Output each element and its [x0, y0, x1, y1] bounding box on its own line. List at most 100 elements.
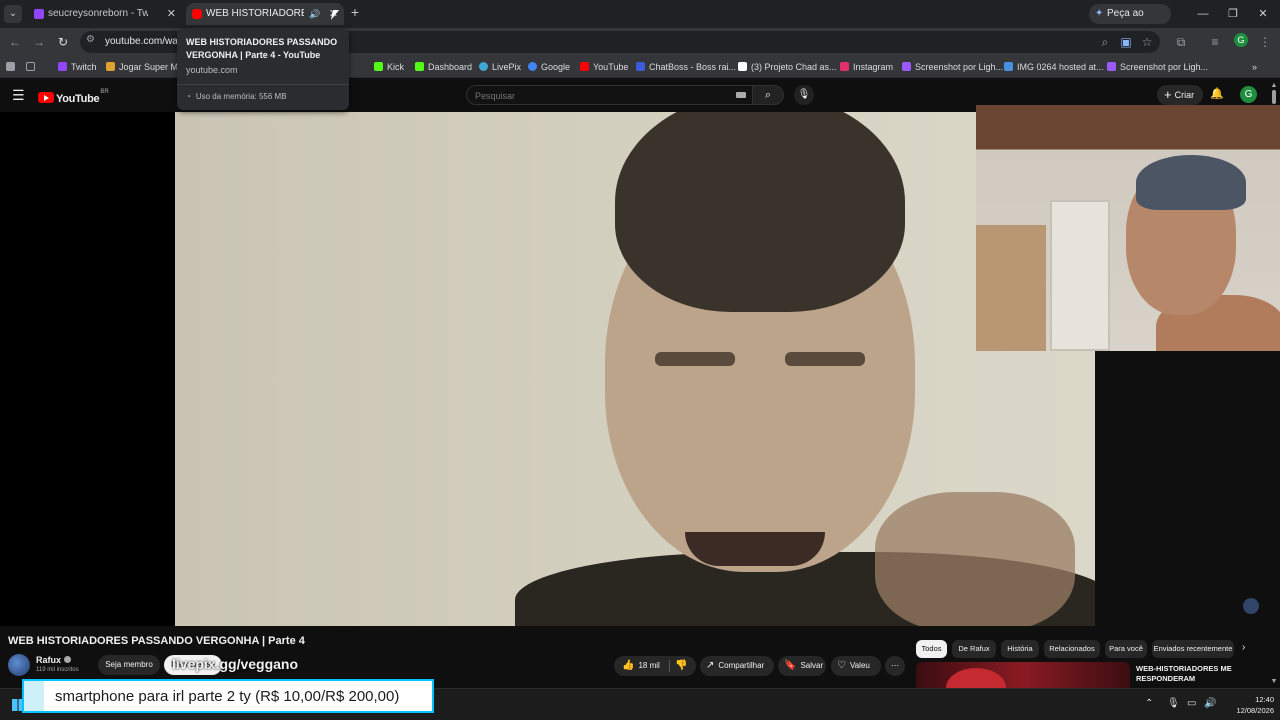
game-icon: [106, 62, 115, 71]
bookmark-jogar[interactable]: Jogar Super Mar: [106, 59, 186, 75]
thanks-button[interactable]: ♡ Valeu: [831, 656, 881, 676]
recommendation-filter-chips: Todos De Rafux História Relacionados Par…: [916, 640, 1256, 660]
bookmark-img-hosted[interactable]: IMG 0264 hosted at...: [1004, 59, 1104, 75]
webcam-door: [1050, 200, 1110, 351]
channel-avatar[interactable]: [8, 654, 30, 676]
donation-progress-accent: [24, 681, 44, 711]
chip-de-rafux[interactable]: De Rafux: [952, 640, 996, 658]
youtube-logo[interactable]: YouTubeBR: [38, 89, 109, 105]
donation-alert-overlay: smartphone para irl parte 2 ty (R$ 10,00…: [22, 679, 434, 713]
chip-enviados-recentemente[interactable]: Enviados recentemente: [1152, 640, 1234, 658]
back-icon[interactable]: ←: [6, 33, 24, 51]
video-figure-brow-left: [655, 352, 735, 366]
bookmark-twitch[interactable]: Twitch: [58, 59, 97, 75]
channel-watermark-icon[interactable]: [1243, 598, 1259, 614]
video-figure-hand: [875, 492, 1075, 626]
bookmark-square-icon[interactable]: [6, 59, 19, 75]
webcam-cabinet: [976, 225, 1046, 351]
join-member-button[interactable]: Seja membro: [98, 655, 160, 675]
video-frame[interactable]: [175, 112, 1095, 626]
forward-icon[interactable]: →: [30, 33, 48, 51]
menu-kebab-icon[interactable]: ⋮: [1256, 33, 1274, 51]
share-button[interactable]: ↗ Compartilhar: [700, 656, 774, 676]
speaker-icon[interactable]: 🔊: [309, 3, 320, 25]
recommendation-title[interactable]: WEB-HISTORIADORES ME RESPONDERAM: [1136, 664, 1256, 684]
tab-title: WEB HISTORIADORES PASSANDO VERGONHA | Pa…: [206, 8, 304, 19]
tray-chevron-up-icon[interactable]: ⌃: [1145, 698, 1153, 709]
system-clock[interactable]: 12:40 12/08/2026: [1224, 694, 1274, 716]
bookmarks-overflow-icon[interactable]: »: [1252, 59, 1257, 75]
tab-youtube-active[interactable]: WEB HISTORIADORES PASSANDO VERGONHA | Pa…: [186, 3, 344, 25]
tray-volume-icon[interactable]: 🔊: [1204, 698, 1216, 709]
tab-twitch[interactable]: seucreysonreborn - Twitch ✕: [28, 3, 182, 25]
recommendation-thumbnail[interactable]: [916, 662, 1130, 688]
video-player[interactable]: [0, 112, 1095, 626]
search-input[interactable]: [467, 87, 707, 105]
media-control-icon[interactable]: ≡: [1206, 33, 1224, 51]
hover-card-domain: youtube.com: [186, 65, 238, 75]
bookmark-google[interactable]: Google: [528, 59, 570, 75]
site-info-icon[interactable]: ⚙: [86, 34, 95, 45]
bookmark-icon: 🔖: [784, 660, 797, 671]
bookmark-star-icon[interactable]: ☆: [1138, 33, 1156, 51]
minimize-button[interactable]: —: [1188, 4, 1218, 24]
bookmark-x[interactable]: (3) Projeto Chad as...: [738, 59, 837, 75]
maximize-button[interactable]: ❐: [1218, 4, 1248, 24]
close-window-button[interactable]: ✕: [1248, 4, 1278, 24]
profile-avatar[interactable]: G: [1234, 33, 1248, 47]
thumbs-down-icon[interactable]: 👎: [675, 656, 687, 676]
microphone-icon: 🎙: [797, 89, 811, 100]
search-button[interactable]: ⌕: [752, 85, 784, 105]
bookmark-screenshot-1[interactable]: Screenshot por Ligh...: [902, 59, 1003, 75]
thumbs-up-icon: 👍: [622, 660, 635, 671]
like-divider: [669, 660, 670, 672]
zoom-icon[interactable]: ⌕: [1096, 33, 1114, 51]
lightshot-icon: [902, 62, 911, 71]
bookmark-instagram[interactable]: Instagram: [840, 59, 893, 75]
scrollbar-down-arrow[interactable]: ▼: [1270, 678, 1278, 688]
image-host-icon: [1004, 62, 1013, 71]
verified-icon: [64, 656, 72, 663]
video-figure-mouth: [685, 532, 825, 566]
translate-icon[interactable]: ▣: [1117, 33, 1135, 51]
close-icon[interactable]: ✕: [167, 3, 176, 25]
apps-grid-icon[interactable]: [26, 59, 39, 75]
chip-para-voce[interactable]: Para você: [1105, 640, 1147, 658]
bookmark-livepix[interactable]: LivePix: [479, 59, 521, 75]
create-button[interactable]: + Criar: [1157, 85, 1203, 105]
chip-todos[interactable]: Todos: [916, 640, 947, 658]
save-button[interactable]: 🔖 Salvar: [778, 656, 826, 676]
hamburger-menu-icon[interactable]: ☰: [12, 87, 25, 104]
more-actions-button[interactable]: ⋯: [885, 656, 905, 676]
bookmark-kick[interactable]: Kick: [374, 59, 404, 75]
scrollbar-thumb[interactable]: [1272, 90, 1276, 104]
tray-display-icon[interactable]: ▭: [1187, 698, 1196, 709]
new-tab-button[interactable]: +: [346, 4, 364, 20]
reload-icon[interactable]: ↻: [54, 33, 72, 51]
tab-search-button[interactable]: ⌄: [4, 5, 22, 23]
channel-name[interactable]: Rafux: [36, 655, 72, 665]
keyboard-icon[interactable]: [736, 92, 746, 98]
browser-tabstrip: ⌄ seucreysonreborn - Twitch ✕ WEB HISTOR…: [0, 0, 1280, 39]
voice-search-button[interactable]: 🎙: [794, 85, 814, 105]
bookmark-dashboard[interactable]: Dashboard: [415, 59, 472, 75]
google-icon: [528, 62, 537, 71]
chip-historia[interactable]: História: [1001, 640, 1039, 658]
like-button[interactable]: 👍 18 mil: [622, 656, 660, 676]
notifications-bell-icon[interactable]: 🔔: [1210, 87, 1224, 100]
instagram-icon: [840, 62, 849, 71]
twitch-icon: [58, 62, 67, 71]
gemini-button[interactable]: ✦ Peça ao Gemini: [1089, 4, 1171, 39]
tray-microphone-icon[interactable]: 🎙: [1167, 698, 1180, 709]
bookmark-screenshot-2[interactable]: Screenshot por Ligh...: [1107, 59, 1208, 75]
youtube-account-avatar[interactable]: G: [1240, 86, 1257, 103]
youtube-icon: [192, 9, 202, 19]
chip-relacionados[interactable]: Relacionados: [1044, 640, 1100, 658]
clock-date: 12/08/2026: [1236, 706, 1274, 715]
chevron-right-icon[interactable]: ›: [1242, 642, 1245, 653]
bookmark-chatboss[interactable]: ChatBoss - Boss rai...: [636, 59, 736, 75]
extensions-icon[interactable]: ⧉: [1172, 33, 1190, 51]
bookmark-youtube[interactable]: YouTube: [580, 59, 628, 75]
search-field[interactable]: [466, 85, 752, 105]
heart-dollar-icon: ♡: [837, 660, 846, 671]
